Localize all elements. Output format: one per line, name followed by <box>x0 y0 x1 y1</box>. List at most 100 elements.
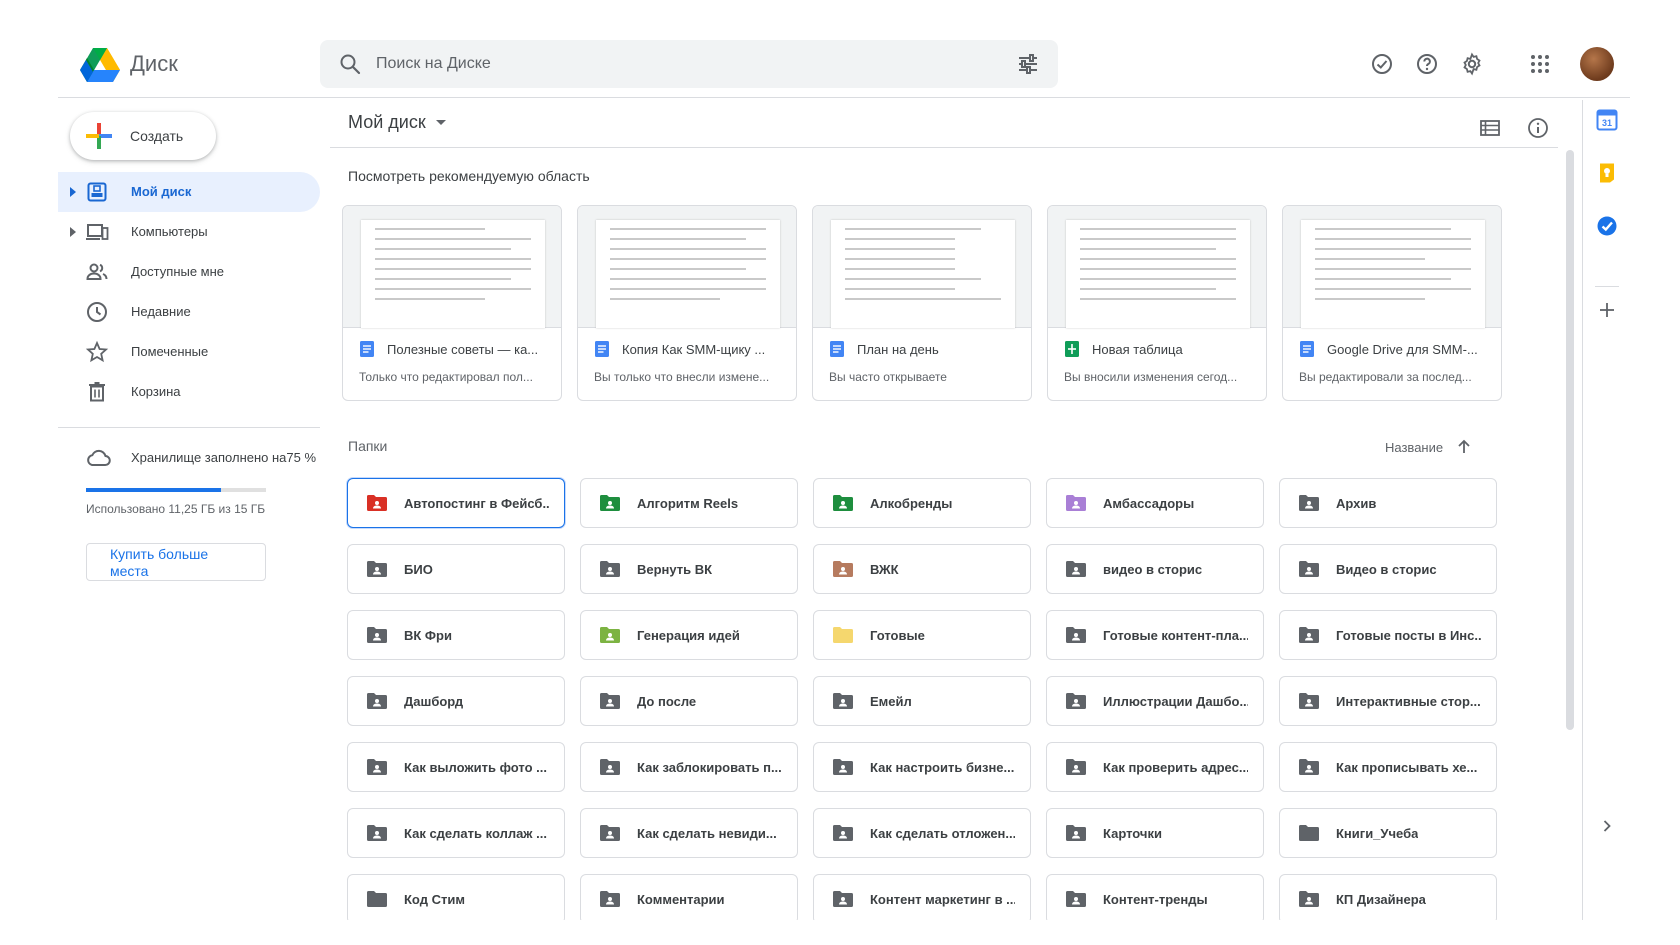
shared-folder-icon <box>1066 495 1086 511</box>
drive-logo[interactable]: Диск <box>80 46 178 82</box>
folder-name: Комментарии <box>637 891 725 907</box>
folder-item[interactable]: Как настроить бизне... <box>813 742 1031 792</box>
suggested-card[interactable]: Новая таблица Вы вносили изменения сегод… <box>1047 205 1267 401</box>
settings-button[interactable] <box>1452 44 1492 84</box>
folder-item[interactable]: Алгоритм Reels <box>580 478 798 528</box>
search-options-icon[interactable] <box>1016 52 1040 76</box>
folder-item[interactable]: Амбассадоры <box>1046 478 1264 528</box>
calendar-icon[interactable]: 31 <box>1595 108 1619 132</box>
sort-button[interactable]: Название <box>1385 438 1473 456</box>
folder-item[interactable]: Карточки <box>1046 808 1264 858</box>
scrollbar[interactable] <box>1566 150 1574 730</box>
add-addon-icon[interactable] <box>1595 298 1619 322</box>
folder-item[interactable]: Архив <box>1279 478 1497 528</box>
shared-folder-icon <box>367 561 387 577</box>
folder-item[interactable]: Генерация идей <box>580 610 798 660</box>
search-input[interactable] <box>376 55 976 73</box>
folder-item[interactable]: Иллюстрации Дашбо... <box>1046 676 1264 726</box>
offline-ready-button[interactable] <box>1362 44 1402 84</box>
suggested-card[interactable]: Google Drive для SMM-... Вы редактировал… <box>1282 205 1502 401</box>
folder-item[interactable]: Код Стим <box>347 874 565 920</box>
folder-icon <box>367 891 387 907</box>
sidebar-item-trash[interactable]: Корзина <box>58 372 320 412</box>
shared-folder-icon <box>1299 561 1319 577</box>
doc-icon <box>595 341 609 357</box>
location-dropdown[interactable]: Мой диск <box>348 112 446 133</box>
folder-item[interactable]: ВЖК <box>813 544 1031 594</box>
folder-item[interactable]: Контент маркетинг в ... <box>813 874 1031 920</box>
folder-name: Амбассадоры <box>1103 495 1195 511</box>
help-button[interactable] <box>1407 44 1447 84</box>
folder-name: Карточки <box>1103 825 1162 841</box>
folder-item[interactable]: Готовые контент-пла... <box>1046 610 1264 660</box>
sidebar-item-recent[interactable]: Недавние <box>58 292 320 332</box>
shared-folder-icon <box>600 891 620 907</box>
suggested-title[interactable]: Посмотреть рекомендуемую область <box>348 168 590 184</box>
folder-item[interactable]: Как сделать отложен... <box>813 808 1031 858</box>
sidebar-item-my-drive[interactable]: Мой диск <box>58 172 320 212</box>
folder-item[interactable]: Книги_Учеба <box>1279 808 1497 858</box>
sidebar-item-shared[interactable]: Доступные мне <box>58 252 320 292</box>
arrow-up-icon[interactable] <box>1455 438 1473 456</box>
details-button[interactable] <box>1518 108 1558 148</box>
folder-item[interactable]: КП Дизайнера <box>1279 874 1497 920</box>
folder-item[interactable]: Алкобренды <box>813 478 1031 528</box>
folder-item[interactable]: Готовые <box>813 610 1031 660</box>
suggested-card[interactable]: Копия Как SMM-щику ... Вы только что вне… <box>577 205 797 401</box>
expand-caret-icon[interactable] <box>70 187 76 197</box>
storage-item[interactable]: Хранилище заполнено на75 % <box>58 443 320 471</box>
folder-item[interactable]: Комментарии <box>580 874 798 920</box>
clock-icon <box>87 302 107 322</box>
folder-item[interactable]: Готовые посты в Инс... <box>1279 610 1497 660</box>
folder-item[interactable]: Как выложить фото ... <box>347 742 565 792</box>
folder-name: Как сделать невиди... <box>637 825 777 841</box>
create-button[interactable]: Создать <box>70 112 216 160</box>
shared-folder-icon <box>600 495 620 511</box>
tasks-icon[interactable] <box>1595 214 1619 238</box>
shared-folder-icon <box>600 825 620 841</box>
account-avatar[interactable] <box>1580 47 1614 81</box>
buy-storage-button[interactable]: Купить больше места <box>86 543 266 581</box>
folder-item[interactable]: Контент-тренды <box>1046 874 1264 920</box>
side-panel-divider <box>1595 286 1619 287</box>
expand-panel-icon[interactable] <box>1595 814 1619 838</box>
folder-item[interactable]: Как сделать невиди... <box>580 808 798 858</box>
shared-folder-icon <box>1299 693 1319 709</box>
sidebar-item-starred[interactable]: Помеченные <box>58 332 320 372</box>
folder-name: Дашборд <box>404 693 464 709</box>
suggested-card[interactable]: План на день Вы часто открываете <box>812 205 1032 401</box>
folder-item[interactable]: Как заблокировать п... <box>580 742 798 792</box>
folder-item[interactable]: Интерактивные стор... <box>1279 676 1497 726</box>
folder-item[interactable]: Видео в сторис <box>1279 544 1497 594</box>
list-view-button[interactable] <box>1470 108 1510 148</box>
view-actions <box>1462 108 1558 148</box>
expand-caret-icon[interactable] <box>70 227 76 237</box>
apps-button[interactable] <box>1520 44 1560 84</box>
folder-item[interactable]: До после <box>580 676 798 726</box>
search-bar[interactable] <box>320 40 1058 88</box>
folder-item[interactable]: Автопостинг в Фейсб... <box>347 478 565 528</box>
folder-item[interactable]: Как проверить адрес... <box>1046 742 1264 792</box>
shared-folder-icon <box>833 759 853 775</box>
sort-label: Название <box>1385 439 1444 455</box>
dropdown-arrow-icon <box>435 120 446 125</box>
folder-item[interactable]: Емейл <box>813 676 1031 726</box>
folder-name: Как прописывать хе... <box>1336 759 1478 775</box>
folder-item[interactable]: Как прописывать хе... <box>1279 742 1497 792</box>
folder-name: Как сделать коллаж ... <box>404 825 547 841</box>
folder-item[interactable]: Как сделать коллаж ... <box>347 808 565 858</box>
sidebar-item-computers[interactable]: Компьютеры <box>58 212 320 252</box>
folder-item[interactable]: БИО <box>347 544 565 594</box>
keep-icon[interactable] <box>1595 161 1619 185</box>
plus-icon <box>86 123 112 149</box>
folder-item[interactable]: ВК Фри <box>347 610 565 660</box>
folder-name: Генерация идей <box>637 627 740 643</box>
folder-item[interactable]: видео в сторис <box>1046 544 1264 594</box>
shared-folder-icon <box>833 495 853 511</box>
file-thumbnail <box>578 206 796 328</box>
search-icon[interactable] <box>338 52 362 76</box>
suggested-card[interactable]: Полезные советы — ка... Только что редак… <box>342 205 562 401</box>
folder-item[interactable]: Вернуть ВК <box>580 544 798 594</box>
folders-section-title: Папки <box>348 438 388 454</box>
folder-item[interactable]: Дашборд <box>347 676 565 726</box>
